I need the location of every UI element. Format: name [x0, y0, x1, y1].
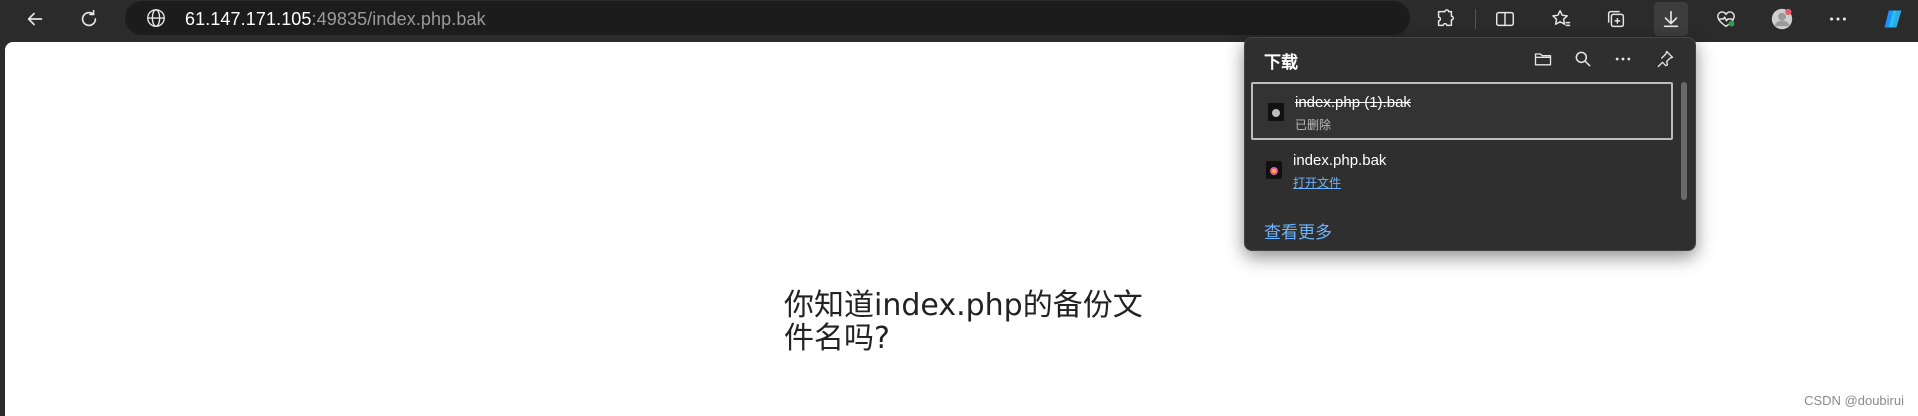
- copilot-icon[interactable]: [1876, 2, 1910, 36]
- split-screen-icon[interactable]: [1488, 2, 1522, 36]
- download-item[interactable]: index.php.bak 打开文件: [1251, 142, 1673, 200]
- search-icon[interactable]: [1567, 44, 1599, 74]
- file-icon: [1268, 103, 1284, 121]
- more-icon[interactable]: [1821, 2, 1855, 36]
- file-icon: [1266, 161, 1282, 179]
- download-icon[interactable]: [1654, 2, 1688, 36]
- toolbar-divider: [1475, 9, 1476, 29]
- profile-avatar-icon[interactable]: [1765, 2, 1799, 36]
- downloads-flyout: 下载 index.php (1).bak 已删除 index.php.bak 打…: [1244, 37, 1696, 251]
- address-bar[interactable]: 61.147.171.105:49835/index.php.bak: [125, 1, 1410, 35]
- see-more-link[interactable]: 查看更多: [1264, 218, 1332, 243]
- page-question-text: 你知道index.php的备份文件名吗?: [784, 288, 1143, 356]
- csdn-watermark: CSDN @doubirui: [1804, 393, 1904, 408]
- download-filename: index.php.bak: [1293, 152, 1387, 169]
- globe-icon[interactable]: [145, 7, 167, 29]
- folder-icon[interactable]: [1527, 44, 1559, 74]
- pin-icon[interactable]: [1649, 44, 1681, 74]
- download-filename: index.php (1).bak: [1295, 94, 1411, 111]
- downloads-scrollbar[interactable]: [1681, 82, 1687, 200]
- favorites-icon[interactable]: [1544, 2, 1578, 36]
- refresh-icon[interactable]: [72, 2, 106, 36]
- more-options-icon[interactable]: [1607, 44, 1639, 74]
- open-file-link[interactable]: 打开文件: [1293, 174, 1341, 191]
- url-host: 61.147.171.105: [185, 9, 312, 29]
- download-item[interactable]: index.php (1).bak 已删除: [1251, 82, 1673, 140]
- heart-pulse-icon[interactable]: [1709, 2, 1743, 36]
- browser-toolbar: 61.147.171.105:49835/index.php.bak: [0, 0, 1918, 38]
- url-path: :49835/index.php.bak: [311, 9, 486, 29]
- puzzle-icon[interactable]: [1428, 2, 1462, 36]
- collections-icon[interactable]: [1599, 2, 1633, 36]
- downloads-title: 下载: [1264, 53, 1298, 72]
- download-status: 已删除: [1295, 118, 1332, 132]
- url-text[interactable]: 61.147.171.105:49835/index.php.bak: [185, 9, 486, 30]
- back-arrow-icon[interactable]: [18, 2, 52, 36]
